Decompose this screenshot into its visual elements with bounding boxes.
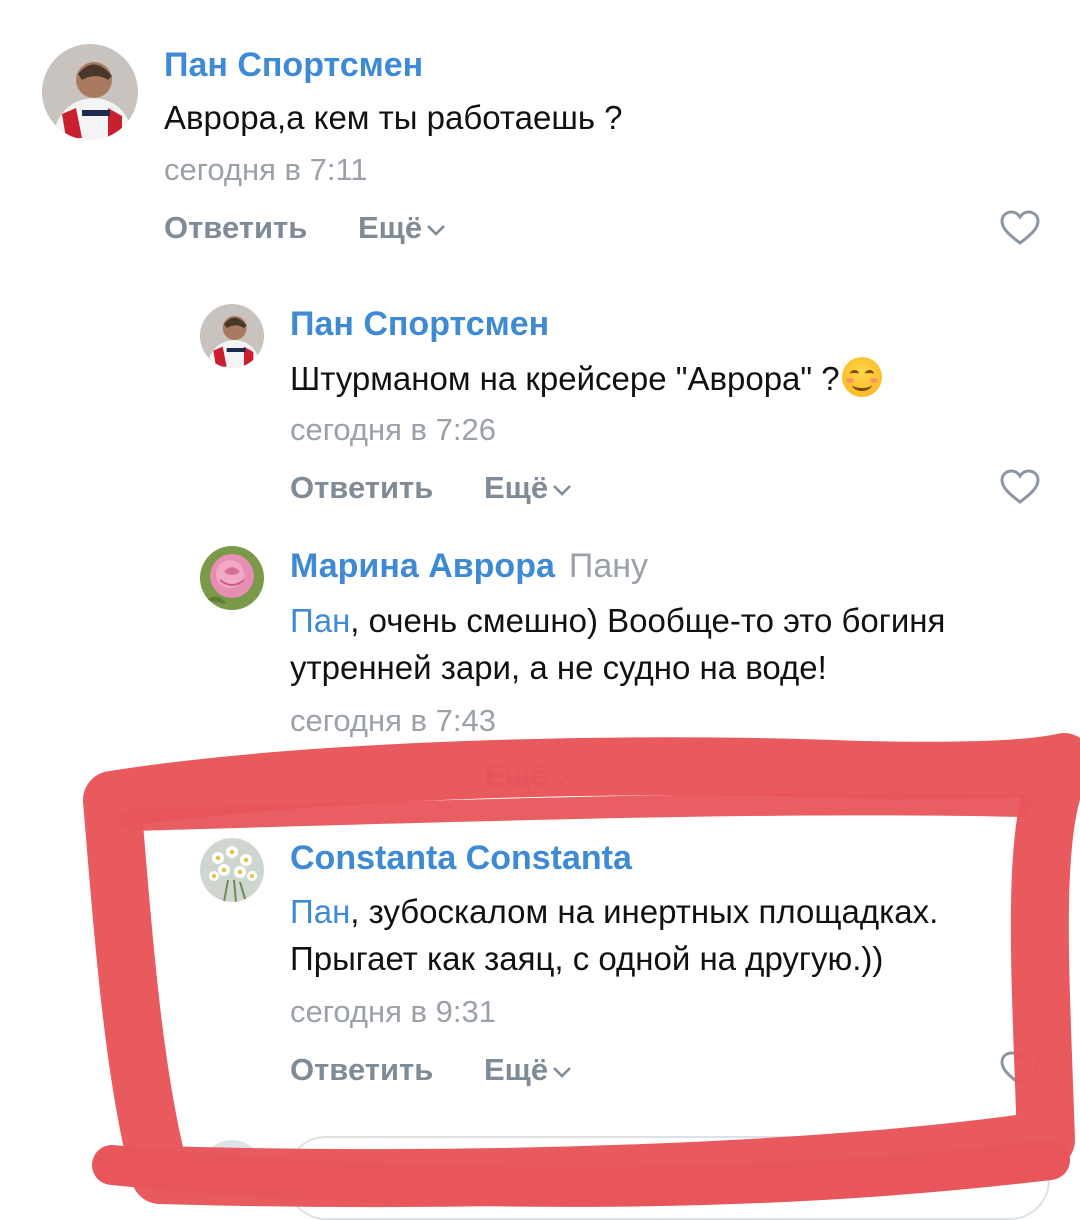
red-highlight-annotation bbox=[83, 733, 1080, 1208]
